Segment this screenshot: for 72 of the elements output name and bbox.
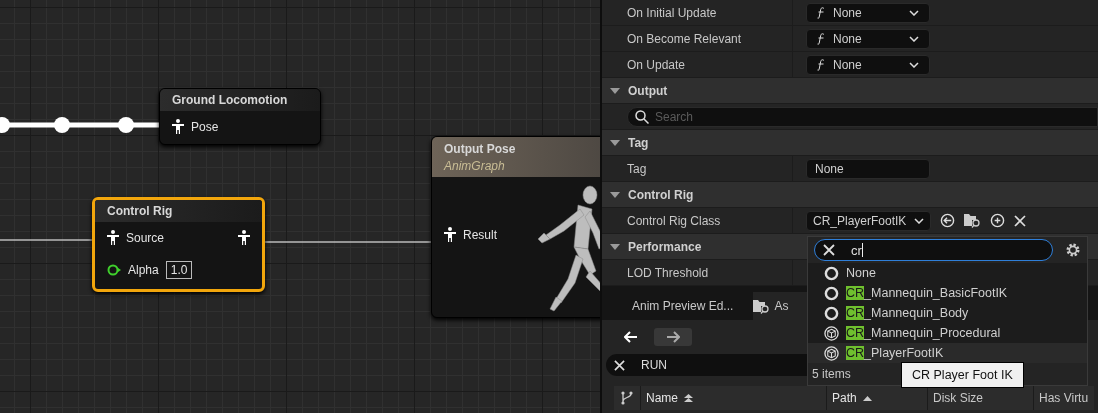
property-label: Control Rig Class [602, 208, 793, 233]
sort-icon [684, 393, 693, 403]
person-icon[interactable] [444, 227, 456, 242]
pin-label: Pose [191, 119, 219, 134]
folder-search-icon [753, 298, 771, 314]
function-icon [817, 58, 825, 71]
class-option[interactable]: CR_Mannequin_Procedural [808, 323, 1087, 343]
text-field[interactable]: None [806, 158, 930, 179]
reroute-node[interactable] [0, 117, 10, 133]
graph-node[interactable]: Output Pose AnimGraph Result [431, 136, 600, 318]
ring-icon [824, 305, 839, 321]
class-option[interactable]: CR_Mannequin_BasicFootIK [808, 283, 1087, 303]
class-option[interactable]: CR_PlayerFootIK [808, 343, 1087, 363]
class-option[interactable]: CR_Mannequin_Body [808, 303, 1087, 323]
chevron-icon [914, 217, 925, 224]
search-field[interactable]: Search [627, 106, 1098, 127]
function-dropdown[interactable]: None [806, 54, 930, 75]
node-title: Ground Locomotion [172, 93, 289, 107]
search-field[interactable]: cr [814, 239, 1053, 261]
property-label: On Become Relevant [602, 26, 793, 51]
arrow-circle-icon[interactable] [940, 213, 956, 228]
function-dropdown[interactable]: None [806, 2, 930, 23]
pin-label: Alpha [128, 263, 159, 277]
reroute-node[interactable] [54, 117, 70, 133]
class-dropdown[interactable]: CR_PlayerFootIK [806, 210, 932, 231]
graph-node[interactable]: Ground Locomotion Pose [159, 88, 321, 145]
clear-icon[interactable] [614, 359, 625, 371]
add-icon[interactable] [990, 213, 1006, 228]
chevron-icon [909, 9, 919, 16]
tab[interactable]: Anim Preview Ed... [612, 292, 754, 320]
pin-label: Source [126, 230, 165, 245]
person-icon[interactable] [172, 119, 184, 134]
settings-icon[interactable] [1065, 242, 1081, 258]
node-subtitle: AnimGraph [444, 159, 506, 173]
clear-icon[interactable] [823, 244, 835, 256]
pin-ring-icon[interactable] [107, 264, 121, 276]
chevron-icon [909, 35, 919, 42]
function-icon [817, 6, 825, 19]
sort-icon [862, 395, 872, 401]
pin-label: Result [463, 227, 497, 242]
property-label: On Initial Update [602, 0, 793, 25]
forward-button[interactable] [654, 328, 692, 346]
tooltip: CR Player Foot IK [901, 362, 1024, 388]
property-label: Tag [602, 156, 793, 181]
property-label: LOD Threshold [602, 260, 793, 285]
forward-icon [666, 331, 680, 343]
node-title: Output Pose [444, 142, 517, 156]
cube-icon [824, 325, 839, 341]
column-header[interactable]: Has Virtu [1034, 386, 1094, 410]
value-field[interactable]: 1.0 [165, 261, 193, 279]
ring-icon [824, 285, 839, 301]
reroute-node[interactable] [118, 117, 134, 133]
class-option[interactable]: None [808, 263, 1087, 283]
person-icon[interactable] [107, 230, 119, 245]
section-header[interactable]: Control Rig [602, 182, 1098, 208]
ring-icon [824, 265, 839, 281]
chevron-icon [909, 61, 919, 68]
back-icon[interactable] [624, 331, 638, 343]
branch-icon[interactable] [621, 391, 633, 405]
folder-search-icon[interactable] [964, 213, 982, 228]
clear-icon[interactable] [1014, 214, 1027, 227]
person-icon[interactable] [238, 230, 250, 245]
section-header[interactable]: Output [602, 78, 1098, 104]
search-icon [635, 110, 649, 124]
section-header[interactable]: Tag [602, 130, 1098, 156]
graph-node[interactable]: Control Rig Source Alpha 1.0 [92, 197, 265, 292]
cube-icon [824, 345, 839, 361]
node-title: Control Rig [107, 204, 174, 218]
function-icon [817, 32, 825, 45]
function-dropdown[interactable]: None [806, 28, 930, 49]
tab[interactable]: As [753, 292, 809, 320]
property-label: On Update [602, 52, 793, 77]
